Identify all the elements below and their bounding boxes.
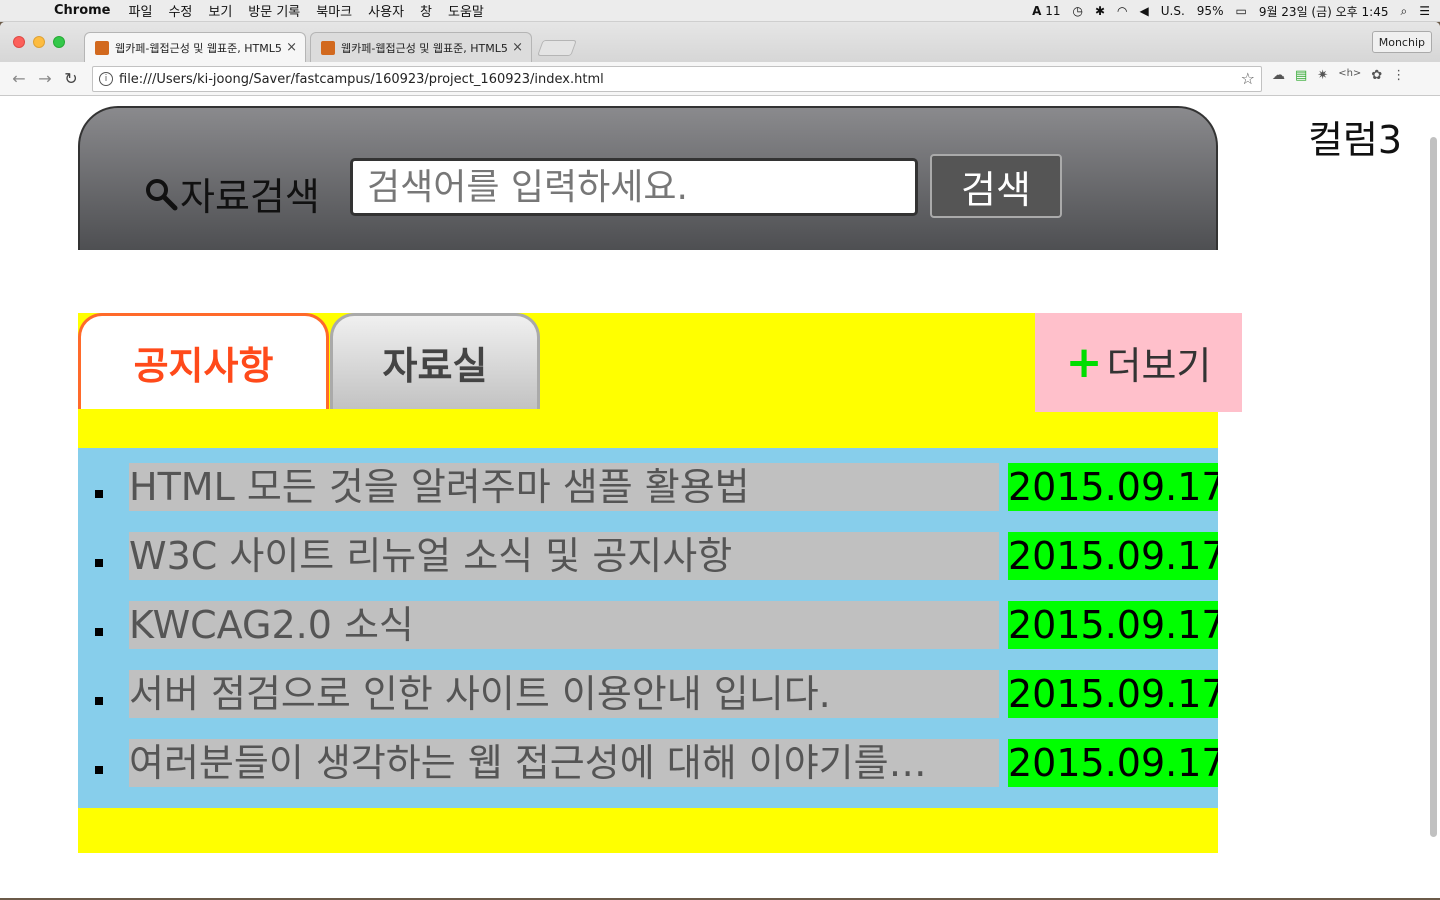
mac-menubar: Chrome 파일 수정 보기 방문 기록 북마크 사용자 창 도움말 A 11… [0,0,1440,22]
browser-window: 웹카페-웹접근성 및 웹표준, HTML5 × 웹카페-웹접근성 및 웹표준, … [0,22,1440,898]
tab-notice[interactable]: 공지사항 [78,313,329,409]
browser-tab-title: 웹카페-웹접근성 및 웹표준, HTML5 [115,41,282,55]
menu-people[interactable]: 사용자 [368,1,404,20]
search-input[interactable] [350,158,918,216]
bookmark-star-icon[interactable]: ☆ [1241,69,1255,88]
search-icon [146,178,178,210]
column3-heading: 컬럼3 [1308,118,1403,162]
notice-title-link[interactable]: 서버 점검으로 인한 사이트 이용안내 입니다. [129,670,999,718]
list-item: KWCAG2.0 소식 2015.09.17 [78,601,1218,670]
extension-icons: ☁ ▤ ✷ <h> ✿ ⋮ [1272,68,1405,83]
new-tab-button[interactable] [537,40,577,56]
site-favicon-icon [95,40,109,55]
browser-tab-2[interactable]: 웹카페-웹접근성 및 웹표준, HTML5 × [310,32,532,62]
list-item: W3C 사이트 리뉴얼 소식 및 공지사항 2015.09.17 [78,532,1218,601]
menu-window[interactable]: 창 [420,1,432,20]
bluetooth-icon[interactable]: ✱ [1095,4,1105,18]
notice-date: 2015.09.17 [1008,601,1218,649]
bullet-icon [95,697,103,705]
menu-view[interactable]: 보기 [208,1,232,20]
close-tab-icon[interactable]: × [512,40,523,55]
close-window-button[interactable] [13,36,25,48]
site-favicon-icon [321,40,335,55]
search-label: 자료검색 [144,166,320,221]
spotlight-icon[interactable]: ⌕ [1401,4,1408,19]
time-machine-icon[interactable]: ◷ [1073,4,1083,18]
search-button[interactable]: 검색 [930,154,1062,218]
cloud-extension-icon[interactable]: ☁ [1272,68,1285,83]
notice-title-link[interactable]: W3C 사이트 리뉴얼 소식 및 공지사항 [129,532,999,580]
menu-edit[interactable]: 수정 [168,1,192,20]
more-label: 더보기 [1106,344,1212,388]
plus-icon: + [1065,337,1103,388]
tab-strip: 웹카페-웹접근성 및 웹표준, HTML5 × 웹카페-웹접근성 및 웹표준, … [0,22,1440,62]
list-item: HTML 모든 것을 알려주마 샘플 활용법 2015.09.17 [78,463,1218,532]
chrome-menu-icon[interactable]: ⋮ [1392,68,1405,83]
forward-icon[interactable]: → [32,69,58,88]
notice-date: 2015.09.17 [1008,532,1218,580]
adobe-count: 11 [1045,4,1061,18]
wifi-icon[interactable]: ◠ [1117,4,1127,18]
input-source[interactable]: U.S. [1161,4,1185,18]
tab-archive[interactable]: 자료실 [330,313,540,409]
list-item: 여러분들이 생각하는 웹 접근성에 대해 이야기를… 2015.09.17 [78,739,1218,808]
menu-app-name[interactable]: Chrome [54,3,111,18]
web-page: 자료검색 검색 컬럼3 공지사항 자료실 + 더보기 HTML 모든 것을 알려… [0,97,1440,898]
search-label-text: 자료검색 [180,175,320,219]
notice-title-link[interactable]: 여러분들이 생각하는 웹 접근성에 대해 이야기를… [129,739,999,787]
notice-board: 공지사항 자료실 + 더보기 HTML 모든 것을 알려주마 샘플 활용법 20… [78,313,1242,853]
volume-icon[interactable]: ◀ [1140,4,1149,18]
browser-toolbar: ← → ↻ i file:///Users/ki-joong/Saver/fas… [0,62,1440,96]
menu-history[interactable]: 방문 기록 [248,1,300,20]
browser-tab-1[interactable]: 웹카페-웹접근성 및 웹표준, HTML5 × [84,32,306,62]
clock[interactable]: 9월 23일 (금) 오후 1:45 [1259,3,1389,20]
zoom-window-button[interactable] [53,36,65,48]
search-panel: 자료검색 검색 [78,106,1218,250]
notice-title-link[interactable]: HTML 모든 것을 알려주마 샘플 활용법 [129,463,999,511]
reload-icon[interactable]: ↻ [58,69,84,88]
notice-title-link[interactable]: KWCAG2.0 소식 [129,601,999,649]
more-link[interactable]: + 더보기 [1035,313,1242,412]
minimize-window-button[interactable] [33,36,45,48]
menu-help[interactable]: 도움말 [448,1,484,20]
menu-file[interactable]: 파일 [129,1,153,20]
menu-bookmarks[interactable]: 북마크 [316,1,352,20]
menubar-status: A 11 ◷ ✱ ◠ ◀ U.S. 95% ▭ 9월 23일 (금) 오후 1:… [1032,0,1430,22]
bullet-icon [95,628,103,636]
settings-extension-icon[interactable]: ✷ [1317,68,1328,83]
list-item: 서버 점검으로 인한 사이트 이용안내 입니다. 2015.09.17 [78,670,1218,739]
profile-button[interactable]: Monchip [1371,31,1432,53]
battery-percent[interactable]: 95% [1197,4,1224,18]
puzzle-extension-icon[interactable]: ✿ [1371,68,1382,83]
url-text[interactable]: file:///Users/ki-joong/Saver/fastcampus/… [119,72,604,87]
battery-icon[interactable]: ▭ [1235,4,1246,18]
notification-center-icon[interactable]: ☰ [1419,4,1430,18]
info-icon[interactable]: i [99,72,113,86]
notice-date: 2015.09.17 [1008,463,1218,511]
close-tab-icon[interactable]: × [286,40,297,55]
notice-date: 2015.09.17 [1008,739,1218,787]
browser-tab-title: 웹카페-웹접근성 및 웹표준, HTML5 [341,41,508,55]
address-bar[interactable]: i file:///Users/ki-joong/Saver/fastcampu… [92,66,1262,92]
bullet-icon [95,490,103,498]
page-scrollbar[interactable] [1430,137,1437,837]
notice-list: HTML 모든 것을 알려주마 샘플 활용법 2015.09.17 W3C 사이… [78,448,1218,808]
html-extension-icon[interactable]: <h> [1338,68,1361,83]
green-extension-icon[interactable]: ▤ [1295,68,1307,83]
notice-date: 2015.09.17 [1008,670,1218,718]
bullet-icon [95,559,103,567]
back-icon[interactable]: ← [6,69,32,88]
adobe-icon[interactable]: A 11 [1032,4,1060,18]
bullet-icon [95,766,103,774]
